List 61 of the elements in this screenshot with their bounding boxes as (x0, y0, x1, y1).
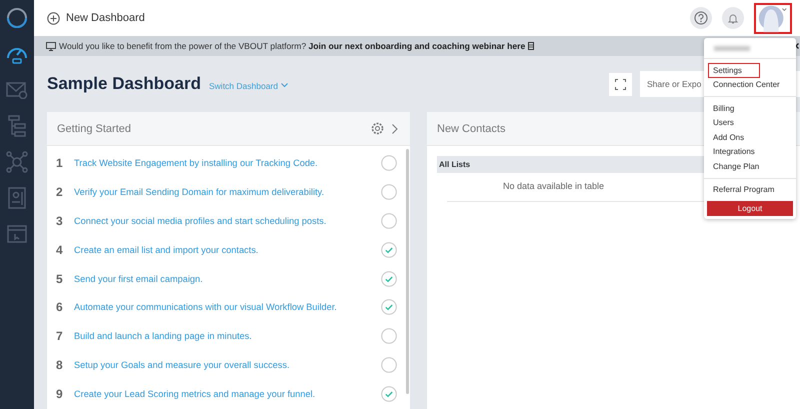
settings-icon[interactable] (371, 122, 384, 135)
logo-ring-icon[interactable] (6, 7, 28, 29)
step-number: 9 (56, 386, 64, 401)
task-link[interactable]: Build and launch a landing page in minutes. (74, 331, 252, 342)
menu-item[interactable]: Change Plan (708, 159, 792, 174)
menu-item[interactable]: Billing (708, 101, 792, 116)
checked-circle-icon[interactable] (381, 386, 397, 402)
menu-item[interactable]: Add Ons (708, 130, 792, 144)
help-button[interactable] (690, 7, 712, 29)
chevron-right-icon[interactable] (392, 124, 398, 134)
task-link[interactable]: Verify your Email Sending Domain for maximum deliverability. (74, 187, 324, 198)
notifications-button[interactable] (722, 7, 744, 29)
empty-circle-icon[interactable] (381, 356, 397, 373)
checked-circle-icon[interactable] (381, 299, 397, 316)
step-number: 1 (56, 156, 64, 170)
empty-circle-icon[interactable] (381, 212, 397, 229)
card-title: Getting Started (57, 122, 131, 134)
fullscreen-icon (615, 78, 626, 90)
step-number: 3 (56, 214, 64, 228)
menu-item[interactable]: Users (708, 116, 792, 130)
step-number: 8 (56, 358, 64, 372)
help-icon (694, 11, 708, 25)
task-link[interactable]: Setup your Goals and measure your overall success. (74, 360, 290, 370)
plus-circle-icon (47, 12, 60, 24)
step-number: 2 (56, 185, 64, 200)
menu-item[interactable]: Connection Center (708, 78, 792, 92)
page-title: Sample Dashboard (47, 74, 201, 94)
step-number: 7 (56, 329, 64, 344)
empty-circle-icon[interactable] (381, 184, 397, 200)
empty-circle-icon[interactable] (381, 155, 397, 172)
fullscreen-button[interactable] (609, 72, 632, 96)
checked-circle-icon[interactable] (381, 242, 397, 258)
monitor-icon (46, 42, 56, 50)
task-link[interactable]: Create an email list and import your contacts. (74, 244, 258, 255)
task-link[interactable]: Create your Lead Scoring metrics and manage your funnel. (74, 388, 316, 399)
checked-circle-icon[interactable] (381, 270, 397, 287)
webinar-banner-text: Would you like to benefit from the power of the VBOUT platform? Join our next onboarding and coaching webinar here (59, 41, 526, 51)
step-number: 5 (56, 272, 64, 286)
step-number: 6 (56, 300, 64, 314)
bell-icon (728, 12, 738, 24)
scrollbar[interactable] (406, 149, 409, 394)
menu-item[interactable]: Settings (708, 63, 760, 78)
envelope-icon[interactable] (6, 81, 28, 99)
new-dashboard-button[interactable]: New Dashboard (47, 12, 145, 24)
chevron-down-icon (280, 83, 288, 88)
task-link[interactable]: Connect your social media profiles and start scheduling posts. (74, 216, 326, 226)
empty-circle-icon[interactable] (381, 328, 397, 344)
user-avatar-button[interactable] (754, 2, 792, 34)
step-number: 4 (56, 242, 64, 257)
blurred-username (714, 46, 750, 51)
logout-button[interactable]: Logout (707, 201, 793, 216)
task-link[interactable]: Send your first email campaign. (74, 274, 203, 284)
network-icon[interactable] (6, 151, 28, 173)
browser-window-icon[interactable] (7, 225, 27, 243)
document-icon[interactable] (8, 187, 26, 209)
menu-item[interactable]: Integrations (708, 144, 792, 159)
card-title: New Contacts (437, 122, 506, 134)
task-link[interactable]: Track Website Engagement by installing our Tracking Code. (74, 158, 318, 168)
task-link[interactable]: Automate your communications with our visual Workflow Builder. (74, 302, 337, 312)
calendar-icon (528, 42, 534, 50)
hierarchy-icon[interactable] (8, 115, 26, 137)
